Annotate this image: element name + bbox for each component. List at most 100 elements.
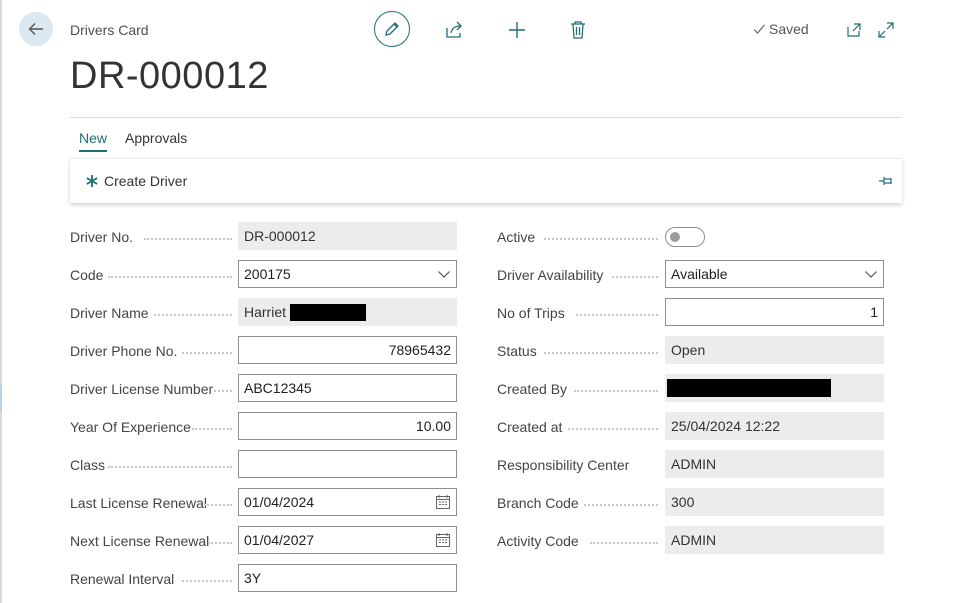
trash-icon — [571, 21, 585, 39]
share-button[interactable] — [442, 18, 466, 42]
activity-code-label: Activity Code — [497, 533, 579, 549]
expand-icon — [878, 22, 894, 38]
open-new-window-button[interactable] — [843, 19, 865, 41]
activity-code-leader — [590, 541, 658, 544]
breadcrumb: Drivers Card — [70, 22, 149, 38]
renewal-interval-leader — [182, 579, 232, 582]
no-of-trips-leader — [576, 313, 658, 316]
renewal-interval-value: 3Y — [244, 570, 262, 586]
tab-approvals[interactable]: Approvals — [125, 130, 187, 152]
responsibility-center-value: ADMIN — [671, 456, 717, 472]
class-input[interactable] — [238, 450, 457, 478]
edit-button[interactable] — [374, 11, 410, 47]
renewal-interval-label: Renewal Interval — [70, 571, 175, 587]
calendar-icon[interactable] — [435, 494, 451, 510]
driver-no-field: DR-000012 — [238, 222, 457, 250]
checkmark-icon — [753, 24, 765, 34]
driver-phone-input[interactable]: 78965432 — [238, 336, 457, 364]
last-renewal-leader — [204, 503, 232, 506]
calendar-icon[interactable] — [435, 532, 451, 548]
pin-icon — [879, 177, 892, 185]
driver-phone-leader — [182, 351, 232, 354]
class-label: Class — [70, 457, 106, 473]
experience-value: 10.00 — [415, 418, 451, 434]
driver-name-leader — [154, 313, 232, 316]
last-renewal-value: 01/04/2024 — [244, 494, 315, 510]
experience-leader — [192, 427, 232, 430]
driver-availability-value: Available — [671, 266, 728, 282]
experience-input[interactable]: 10.00 — [238, 412, 457, 440]
activity-code-field: ADMIN — [665, 526, 884, 554]
action-tabs: New Approvals — [79, 130, 187, 152]
code-label: Code — [70, 267, 104, 283]
driver-no-leader — [144, 237, 232, 240]
saved-status: Saved — [752, 21, 809, 37]
active-label: Active — [497, 229, 536, 245]
experience-label: Year Of Experience — [70, 419, 191, 435]
plus-icon — [509, 22, 525, 38]
no-of-trips-input[interactable]: 1 — [665, 298, 884, 326]
code-select[interactable]: 200175 — [238, 260, 457, 288]
driver-license-value: ABC12345 — [244, 380, 312, 396]
driver-license-label: Driver License Number — [70, 381, 214, 397]
activity-code-value: ADMIN — [671, 532, 717, 548]
created-by-leader — [574, 389, 658, 392]
create-driver-button[interactable]: Create Driver — [85, 173, 187, 189]
driver-availability-select[interactable]: Available — [665, 260, 884, 288]
page-title: DR-000012 — [70, 55, 269, 97]
driver-no-label: Driver No. — [70, 229, 134, 245]
next-renewal-label: Next License Renewal — [70, 533, 210, 549]
next-renewal-leader — [208, 541, 232, 544]
driver-name-label: Driver Name — [70, 305, 149, 321]
branch-code-label: Branch Code — [497, 495, 579, 511]
arrow-left-icon — [28, 23, 43, 35]
code-value: 200175 — [244, 266, 291, 282]
window-left-edge — [0, 0, 2, 603]
delete-button[interactable] — [566, 18, 590, 42]
chevron-down-icon — [864, 269, 878, 279]
window-edge-marker — [0, 383, 2, 411]
last-renewal-label: Last License Renewal — [70, 495, 207, 511]
driver-availability-label: Driver Availability — [497, 267, 604, 283]
driver-availability-leader — [612, 275, 658, 278]
created-by-label: Created By — [497, 381, 568, 397]
chevron-down-icon — [437, 269, 451, 279]
driver-name-value: Harriet — [244, 304, 287, 320]
new-button[interactable] — [505, 18, 529, 42]
last-renewal-date-input[interactable]: 01/04/2024 — [238, 488, 457, 516]
responsibility-center-field: ADMIN — [665, 450, 884, 478]
status-label: Status — [497, 343, 537, 359]
status-value: Open — [671, 342, 706, 358]
code-leader — [108, 275, 232, 278]
branch-code-value: 300 — [671, 494, 695, 510]
active-leader — [544, 237, 658, 240]
back-button[interactable] — [19, 12, 53, 46]
next-renewal-date-input[interactable]: 01/04/2027 — [238, 526, 457, 554]
created-at-leader — [568, 427, 658, 430]
header-divider — [70, 117, 902, 118]
status-leader — [544, 351, 658, 354]
tab-new[interactable]: New — [79, 130, 108, 152]
expand-button[interactable] — [875, 19, 897, 41]
redaction-bar — [290, 303, 367, 321]
created-at-value: 25/04/2024 12:22 — [671, 418, 780, 434]
renewal-interval-input[interactable]: 3Y — [238, 564, 457, 592]
created-at-field: 25/04/2024 12:22 — [665, 412, 884, 440]
next-renewal-value: 01/04/2027 — [244, 532, 315, 548]
created-at-label: Created at — [497, 419, 563, 435]
status-field: Open — [665, 336, 884, 364]
pin-button[interactable] — [877, 172, 895, 190]
driver-license-input[interactable]: ABC12345 — [238, 374, 457, 402]
branch-code-leader — [584, 503, 658, 506]
class-leader — [108, 465, 232, 468]
driver-no-value: DR-000012 — [244, 228, 316, 244]
redaction-bar — [667, 379, 831, 397]
open-in-new-window-icon — [847, 23, 861, 37]
driver-phone-value: 78965432 — [388, 342, 451, 358]
responsibility-center-label: Responsibility Center — [497, 457, 630, 473]
active-toggle[interactable] — [665, 227, 705, 247]
toggle-knob — [670, 232, 680, 242]
created-by-field — [665, 374, 884, 402]
driver-phone-label: Driver Phone No. — [70, 343, 178, 359]
driver-license-leader — [214, 389, 232, 392]
